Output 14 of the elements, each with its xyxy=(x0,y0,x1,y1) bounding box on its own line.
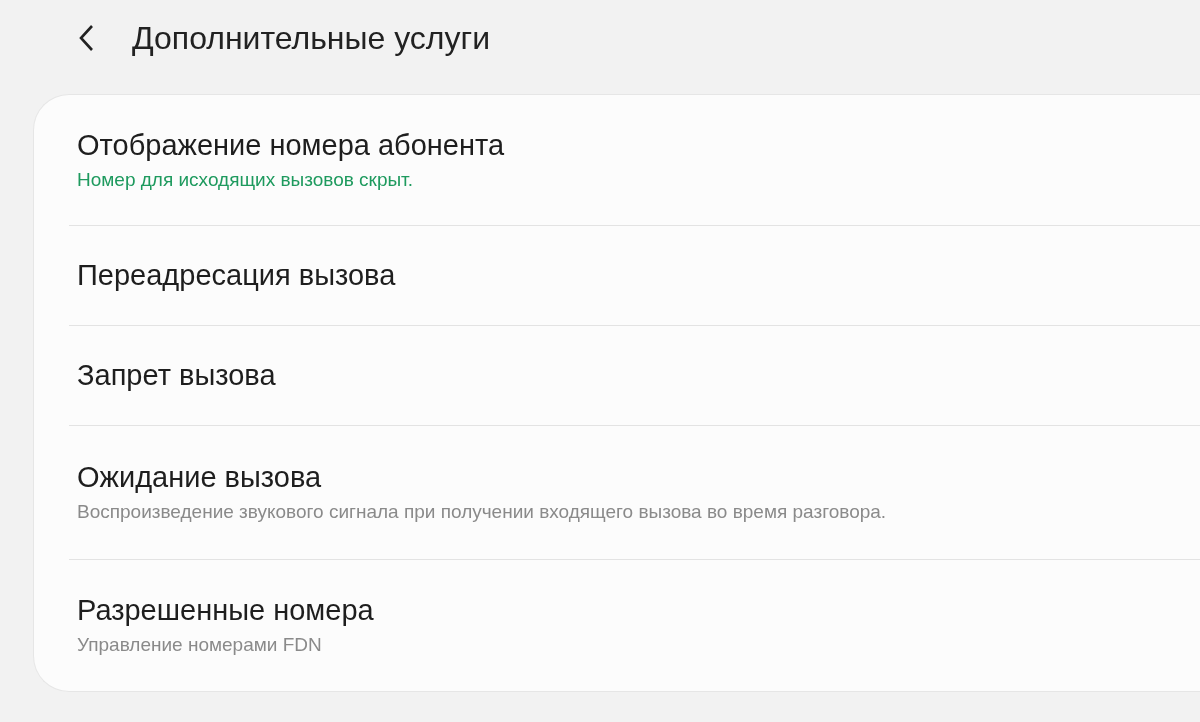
item-description: Воспроизведение звукового сигнала при получении входящего вызова во время разговора. xyxy=(77,500,888,525)
item-status: Номер для исходящих вызовов скрыт. xyxy=(77,167,414,192)
page-title: Дополнительные услуги xyxy=(132,19,491,58)
item-title: Ожидание вызова xyxy=(77,460,323,496)
item-title: Запрет вызова xyxy=(77,358,277,394)
item-description: Управление номерами FDN xyxy=(77,633,323,658)
settings-item[interactable]: Разрешенные номера Управление номерами FDN xyxy=(69,560,1200,691)
item-title: Переадресация вызова xyxy=(77,258,397,294)
settings-item[interactable]: Ожидание вызова Воспроизведение звукового сигнала при получении входящего вызова во время разговора. xyxy=(69,426,1200,560)
settings-item[interactable]: Переадресация вызова xyxy=(69,226,1200,326)
settings-item[interactable]: Отображение номера абонента Номер для исходящих вызовов скрыт. xyxy=(69,95,1200,226)
item-title: Отображение номера абонента xyxy=(77,127,506,163)
item-title: Разрешенные номера xyxy=(77,593,375,629)
settings-item[interactable]: Запрет вызова xyxy=(69,326,1200,426)
